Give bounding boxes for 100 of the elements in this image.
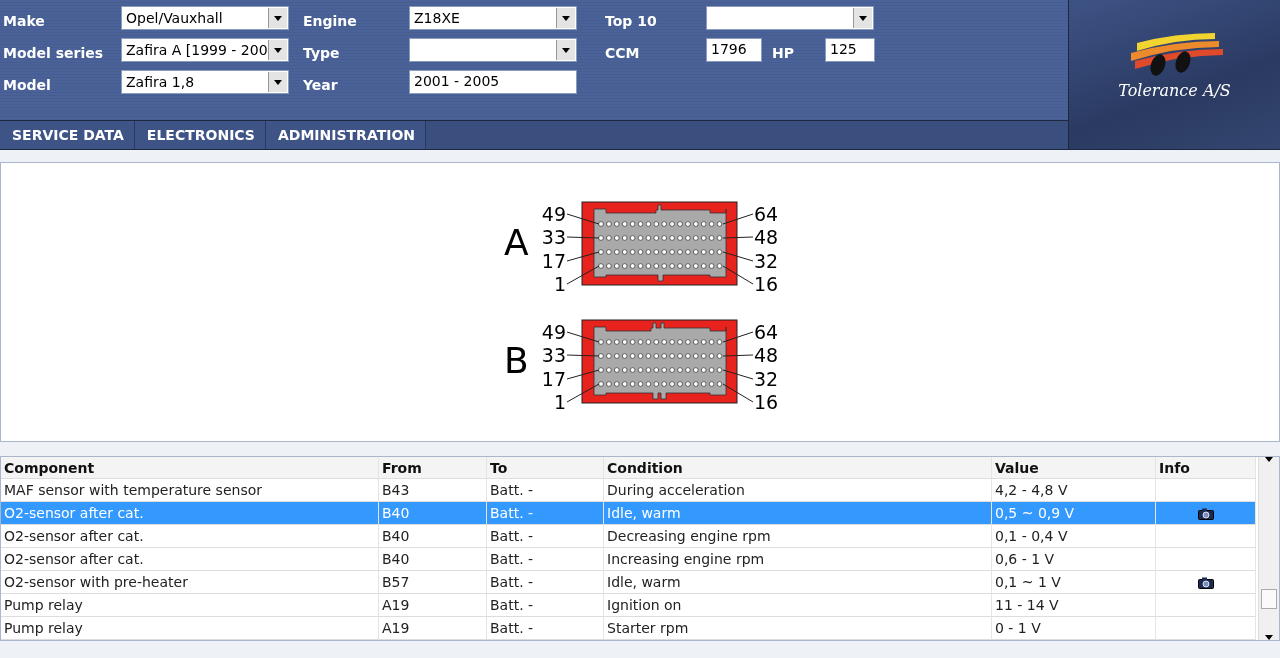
pin-number: 17 (541, 368, 566, 390)
column-header[interactable]: Info (1156, 457, 1256, 479)
field-label: Model (3, 76, 52, 93)
leader-line (566, 213, 600, 225)
scroll-thumb[interactable] (1261, 588, 1277, 609)
pin-number: 48 (754, 226, 779, 248)
field-label: Type (303, 44, 341, 61)
nav-tab[interactable]: ADMINISTRATION (265, 121, 427, 149)
logo-text: Tolerance A/S (1118, 81, 1231, 100)
pin-number: 32 (754, 250, 779, 272)
table-cell: Pump relay (1, 594, 379, 617)
leader-line (566, 354, 600, 357)
pin-number: 1 (553, 391, 566, 413)
dropdown[interactable] (409, 38, 577, 62)
caret-icon (859, 15, 867, 21)
column-header[interactable]: Value (992, 457, 1156, 479)
field-label: Top 10 (605, 12, 658, 29)
table-cell: 0 - 1 V (992, 617, 1156, 640)
table-cell: Batt. - (487, 548, 604, 571)
column-header[interactable]: Component (1, 457, 379, 479)
leader-line (722, 354, 754, 357)
pin-number: 49 (541, 321, 566, 343)
pin-number: 33 (541, 226, 566, 248)
table-cell: 0,5 ~ 0,9 V (992, 502, 1156, 525)
table-cell: B43 (379, 479, 487, 502)
pin-number: 64 (754, 321, 779, 343)
scrollbar[interactable] (1258, 457, 1279, 640)
table-cell: Ignition on (604, 594, 992, 617)
table-cell: Idle, warm (604, 571, 992, 594)
table-cell: Batt. - (487, 502, 604, 525)
leader-line (566, 331, 600, 343)
table-cell: Idle, warm (604, 502, 992, 525)
table-cell: Decreasing engine rpm (604, 525, 992, 548)
field-label: Year (303, 76, 339, 93)
dropdown[interactable]: Zafira A [1999 - 200 (121, 38, 289, 62)
nav-tab[interactable]: ELECTRONICS (134, 121, 266, 149)
table-cell: 4,2 - 4,8 V (992, 479, 1156, 502)
field-label: CCM (605, 44, 641, 61)
caret-icon (274, 15, 282, 21)
leader-line (566, 236, 600, 239)
input-field[interactable]: 1796 (706, 38, 762, 62)
column-header[interactable]: From (379, 457, 487, 479)
table-cell: Starter rpm (604, 617, 992, 640)
table-cell: 0,1 ~ 1 V (992, 571, 1156, 594)
field-label: Make (3, 12, 46, 29)
pin-number: 17 (541, 250, 566, 272)
leader-line (722, 383, 754, 403)
dropdown[interactable] (706, 6, 874, 30)
input-field[interactable]: 125 (825, 38, 875, 62)
input-field[interactable]: 2001 - 2005 (409, 70, 577, 94)
caret-icon (1265, 457, 1273, 462)
table-cell: Pump relay (1, 617, 379, 640)
camera-icon[interactable] (1197, 576, 1214, 589)
connector-letter: A (504, 222, 529, 263)
table-cell: 0,6 - 1 V (992, 548, 1156, 571)
caret-icon (274, 47, 282, 53)
leader-line (722, 369, 754, 380)
pin-number: 33 (541, 344, 566, 366)
pin-number: 32 (754, 368, 779, 390)
caret-icon (562, 47, 570, 53)
table-cell: B57 (379, 571, 487, 594)
table-cell: B40 (379, 502, 487, 525)
table-cell: Batt. - (487, 571, 604, 594)
table-cell: B40 (379, 525, 487, 548)
table-cell: A19 (379, 594, 487, 617)
dropdown[interactable]: Opel/Vauxhall (121, 6, 289, 30)
field-label: Engine (303, 12, 358, 29)
table-cell: O2-sensor with pre-heater (1, 571, 379, 594)
leader-line (566, 383, 600, 403)
camera-icon[interactable] (1197, 507, 1214, 520)
table-cell: Increasing engine rpm (604, 548, 992, 571)
leader-line (722, 265, 754, 285)
table-cell: MAF sensor with temperature sensor (1, 479, 379, 502)
nav-tab[interactable]: SERVICE DATA (0, 121, 135, 149)
table-cell: O2-sensor after cat. (1, 548, 379, 571)
column-header[interactable]: Condition (604, 457, 992, 479)
pin-number: 49 (541, 203, 566, 225)
dropdown[interactable]: Z18XE (409, 6, 577, 30)
table-cell: O2-sensor after cat. (1, 502, 379, 525)
leader-line (722, 251, 754, 262)
leader-line (566, 265, 600, 285)
table-cell: A19 (379, 617, 487, 640)
table-cell: Batt. - (487, 525, 604, 548)
pin-number: 48 (754, 344, 779, 366)
leader-line (722, 236, 754, 239)
table-cell: O2-sensor after cat. (1, 525, 379, 548)
table-cell: 0,1 - 0,4 V (992, 525, 1156, 548)
column-header[interactable]: To (487, 457, 604, 479)
table-cell: Batt. - (487, 479, 604, 502)
field-label: HP (771, 44, 795, 61)
leader-line (566, 251, 600, 262)
table-cell: 11 - 14 V (992, 594, 1156, 617)
pin-number: 1 (553, 273, 566, 295)
table-cell: B40 (379, 548, 487, 571)
dropdown[interactable]: Zafira 1,8 (121, 70, 289, 94)
table-cell: Batt. - (487, 617, 604, 640)
connector-letter: B (504, 340, 529, 381)
pin-number: 16 (754, 273, 779, 295)
leader-line (722, 331, 754, 343)
caret-icon (562, 15, 570, 21)
